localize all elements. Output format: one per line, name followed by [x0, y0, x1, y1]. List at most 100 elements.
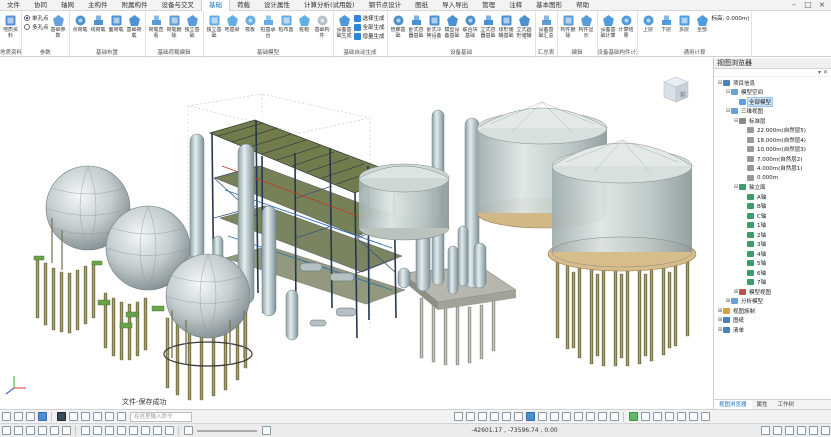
notify-icon[interactable]: [772, 426, 782, 435]
select-icon[interactable]: [80, 426, 90, 435]
tree-node[interactable]: ⊟ 标准层: [714, 116, 831, 126]
object-snap-icon[interactable]: [56, 412, 66, 421]
ribbon-button[interactable]: 基础构件: [314, 13, 331, 39]
ribbon-button[interactable]: 点荷载: [72, 13, 89, 39]
panel-controls[interactable]: ▾ ✕: [714, 69, 831, 77]
tree-node[interactable]: 18.000m(自然层4): [714, 135, 831, 145]
fullscreen-icon[interactable]: [820, 426, 830, 435]
menu-tab[interactable]: 图纸: [408, 0, 435, 11]
ribbon-button[interactable]: 设备基础计算: [600, 13, 617, 39]
radio-button[interactable]: [24, 24, 30, 30]
ribbon-button[interactable]: 基础荷载: [126, 13, 143, 39]
menu-tab[interactable]: 协同: [27, 0, 54, 11]
lock-icon[interactable]: [760, 426, 770, 435]
minimize-icon[interactable]: –: [789, 0, 799, 10]
menu-tab[interactable]: 基础: [201, 0, 230, 11]
tree-node[interactable]: 4.000m(自然层1): [714, 164, 831, 174]
nav-cube[interactable]: 前: [663, 76, 689, 103]
tree-node[interactable]: 6轴: [714, 268, 831, 278]
ribbon-button[interactable]: 管廊基础: [390, 13, 407, 39]
ribbon-button[interactable]: 基础参数: [50, 13, 67, 39]
tree-node[interactable]: ⊟ 轴立面: [714, 183, 831, 193]
ribbon-button[interactable]: 地质资料: [2, 13, 19, 39]
zoom-extents-icon[interactable]: [573, 412, 583, 421]
spherical-tanks[interactable]: [33, 165, 253, 401]
ribbon-button[interactable]: 面荷载: [108, 13, 125, 39]
tree-node[interactable]: ⊞ 图纸: [714, 316, 831, 326]
tree-node[interactable]: ⊞ 分析模型: [714, 297, 831, 307]
ribbon-small-item[interactable]: 增量生成: [353, 32, 385, 40]
panel-tab[interactable]: 视图浏览器: [714, 400, 752, 409]
ribbon-button[interactable]: 全部: [694, 13, 711, 39]
ribbon-button[interactable]: 独立基础: [206, 13, 223, 39]
cylindrical-tanks[interactable]: [358, 101, 697, 367]
tree-node[interactable]: A轴: [714, 192, 831, 202]
ribbon-button[interactable]: 立式圆形储罐基础: [516, 13, 533, 39]
menu-tab[interactable]: 基本图形: [529, 0, 569, 11]
delete-icon[interactable]: [140, 426, 150, 435]
ribbon-button[interactable]: 上层: [640, 13, 657, 39]
close-icon[interactable]: ×: [817, 0, 827, 10]
tree-node[interactable]: 0.000m: [714, 173, 831, 183]
tree-node[interactable]: 1轴: [714, 221, 831, 231]
view-top-icon[interactable]: [453, 412, 463, 421]
network-icon[interactable]: [784, 426, 794, 435]
settings-icon[interactable]: [700, 412, 710, 421]
ribbon-button[interactable]: 构件删除: [560, 13, 577, 39]
track-icon[interactable]: [68, 412, 78, 421]
tree-node[interactable]: ⊟ 模型空间: [714, 88, 831, 98]
tree-node[interactable]: 5轴: [714, 259, 831, 269]
menu-tab[interactable]: 文件: [0, 0, 27, 11]
ribbon-button[interactable]: 荷载删除: [166, 13, 183, 39]
ribbon-small-item[interactable]: 选择生成: [353, 14, 385, 22]
section-box-icon[interactable]: [585, 412, 595, 421]
menu-tab[interactable]: 主构件: [81, 0, 115, 11]
redo-icon[interactable]: [164, 426, 174, 435]
box-select-icon[interactable]: [92, 426, 102, 435]
tree-node[interactable]: 3轴: [714, 240, 831, 250]
lasso-icon[interactable]: [104, 426, 114, 435]
ribbon-button[interactable]: 多层: [676, 13, 693, 39]
render-icon[interactable]: [628, 412, 638, 421]
view-right-icon[interactable]: [489, 412, 499, 421]
fit-icon[interactable]: [37, 426, 47, 435]
menu-tab[interactable]: 帮助: [569, 0, 596, 11]
tree-node[interactable]: 4轴: [714, 249, 831, 259]
ribbon-button[interactable]: 设备基础生成参数: [336, 13, 353, 39]
pointer-icon[interactable]: [116, 412, 126, 421]
ribbon-button[interactable]: 卧式容器基础: [408, 13, 425, 39]
ribbon-button[interactable]: 下层: [658, 13, 675, 39]
walk-icon[interactable]: [61, 426, 71, 435]
zoom-in-icon[interactable]: [13, 426, 23, 435]
tree-node[interactable]: 10.000m(自然层3): [714, 145, 831, 155]
tree-node[interactable]: ⊟ 项目信息: [714, 78, 831, 88]
menu-tab[interactable]: 导入导出: [435, 0, 475, 11]
ribbon-button[interactable]: 桩基承台: [260, 13, 277, 39]
home-icon[interactable]: [1, 426, 11, 435]
ortho-icon[interactable]: [13, 412, 23, 421]
tree-node[interactable]: ⊟ 三维视图: [714, 107, 831, 117]
user-icon[interactable]: [796, 426, 806, 435]
menu-tab[interactable]: 管理: [475, 0, 502, 11]
ribbon-button[interactable]: 构件显示: [578, 13, 595, 39]
shaded-icon[interactable]: [652, 412, 662, 421]
view-front-icon[interactable]: [465, 412, 475, 421]
copy-icon[interactable]: [116, 426, 126, 435]
wireframe-icon[interactable]: [640, 412, 650, 421]
panel-tab[interactable]: 工作树: [773, 400, 800, 409]
menu-tab[interactable]: 设备与交叉: [155, 0, 202, 11]
ribbon-button[interactable]: 独立基础: [184, 13, 201, 39]
pan-icon[interactable]: [537, 412, 547, 421]
zoom-out-icon[interactable]: [25, 426, 35, 435]
transparent-icon[interactable]: [664, 412, 674, 421]
ribbon-button[interactable]: 模型设备基础: [444, 13, 461, 39]
isolate-icon[interactable]: [609, 412, 619, 421]
menu-tab[interactable]: 附属构件: [115, 0, 155, 11]
orbit-icon[interactable]: [49, 426, 59, 435]
ribbon-button[interactable]: 联合块基础: [462, 13, 479, 39]
view-left-icon[interactable]: [477, 412, 487, 421]
ribbon-small-item[interactable]: 标高: 0.000m): [712, 14, 750, 22]
ribbon-button[interactable]: 地基梁: [224, 13, 241, 39]
ribbon-button[interactable]: 荷载查看: [148, 13, 165, 39]
ribbon-small-item[interactable]: 单孔点: [24, 14, 49, 22]
